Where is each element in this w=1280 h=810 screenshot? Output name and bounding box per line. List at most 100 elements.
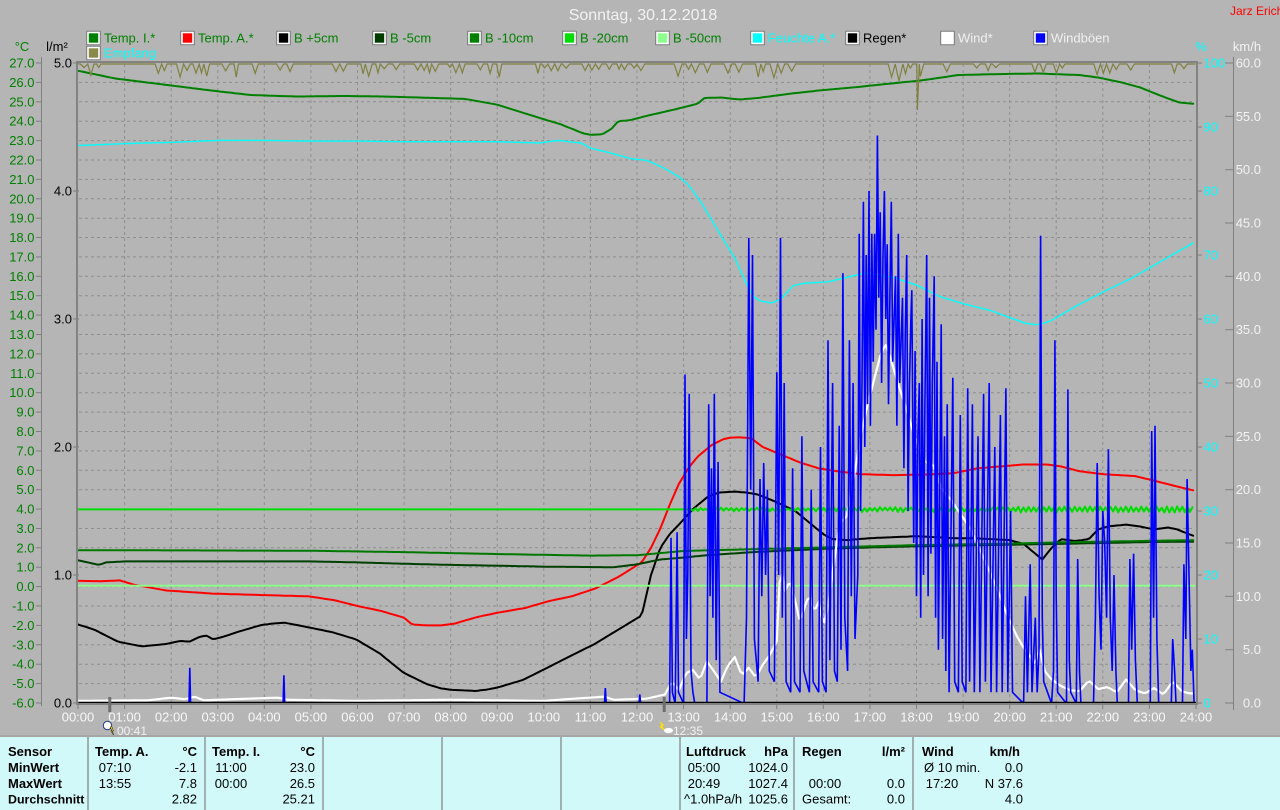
svg-text:07:10: 07:10	[99, 760, 132, 775]
svg-text:20:49: 20:49	[688, 776, 721, 791]
svg-text:26.5: 26.5	[290, 776, 315, 791]
svg-text:B +5cm: B +5cm	[294, 31, 338, 46]
svg-text:07:00: 07:00	[388, 710, 421, 725]
svg-text:2.82: 2.82	[172, 792, 197, 807]
svg-text:-2.1: -2.1	[175, 760, 197, 775]
svg-text:Sonntag, 30.12.2018: Sonntag, 30.12.2018	[569, 7, 718, 24]
svg-text:17.0: 17.0	[9, 249, 34, 264]
svg-text:24.0: 24.0	[9, 114, 34, 129]
svg-text:MinWert: MinWert	[8, 760, 60, 775]
svg-text:20.0: 20.0	[1236, 482, 1261, 497]
svg-text:01:00: 01:00	[108, 710, 141, 725]
svg-text:0.0: 0.0	[1005, 760, 1023, 775]
svg-text:11:00: 11:00	[575, 710, 607, 725]
svg-text:23.0: 23.0	[290, 760, 315, 775]
svg-text:90: 90	[1204, 120, 1218, 135]
svg-text:4.0: 4.0	[1005, 792, 1023, 807]
svg-text:-4.0: -4.0	[12, 657, 34, 672]
svg-text:km/h: km/h	[990, 744, 1020, 759]
svg-text:-5.0: -5.0	[12, 676, 34, 691]
svg-text:70: 70	[1204, 248, 1218, 263]
svg-text:09:00: 09:00	[481, 710, 514, 725]
svg-text:Windböen: Windböen	[1051, 31, 1110, 46]
svg-text:14.0: 14.0	[9, 308, 34, 323]
svg-text:22.0: 22.0	[9, 153, 34, 168]
svg-text:40: 40	[1204, 440, 1218, 455]
svg-text:10:00: 10:00	[528, 710, 561, 725]
svg-text:55.0: 55.0	[1236, 109, 1261, 124]
svg-text:MaxWert: MaxWert	[8, 776, 63, 791]
svg-text:26.0: 26.0	[9, 75, 34, 90]
svg-text:00:00: 00:00	[809, 776, 842, 791]
svg-text:Temp. A.*: Temp. A.*	[198, 31, 254, 46]
svg-text:0.0: 0.0	[1243, 696, 1261, 711]
svg-text:Sensor: Sensor	[8, 744, 52, 759]
svg-text:°C: °C	[15, 39, 30, 54]
svg-text:18:00: 18:00	[900, 710, 933, 725]
svg-text:27.0: 27.0	[9, 56, 34, 71]
svg-text:N 37.6: N 37.6	[985, 776, 1023, 791]
svg-text:60: 60	[1204, 312, 1218, 327]
svg-text:Jarz Erich: Jarz Erich	[1230, 4, 1280, 18]
svg-text:25.0: 25.0	[1236, 429, 1261, 444]
svg-text:00:00: 00:00	[215, 776, 248, 791]
svg-text:25.0: 25.0	[9, 94, 34, 109]
svg-text:5.0: 5.0	[1243, 642, 1261, 657]
svg-text:Regen: Regen	[802, 744, 842, 759]
svg-text:%: %	[1195, 39, 1207, 54]
svg-text:18.0: 18.0	[9, 230, 34, 245]
svg-text:21.0: 21.0	[9, 172, 34, 187]
svg-text:-2.0: -2.0	[12, 618, 34, 633]
svg-text:°C: °C	[300, 744, 315, 759]
svg-text:17:20: 17:20	[926, 776, 959, 791]
svg-text:10.0: 10.0	[9, 385, 34, 400]
svg-text:45.0: 45.0	[1236, 216, 1261, 231]
svg-text:15.0: 15.0	[1236, 536, 1261, 551]
svg-text:1.0: 1.0	[16, 560, 34, 575]
svg-text:B -10cm: B -10cm	[485, 31, 533, 46]
svg-text:Ø 10 min.: Ø 10 min.	[924, 760, 980, 775]
svg-text:00:00: 00:00	[62, 710, 95, 725]
svg-text:16.0: 16.0	[9, 269, 34, 284]
svg-text:^1.0hPa/h: ^1.0hPa/h	[684, 792, 742, 807]
svg-text:7.8: 7.8	[179, 776, 197, 791]
svg-text:0.0: 0.0	[887, 792, 905, 807]
svg-text:l/m²: l/m²	[46, 39, 68, 54]
svg-text:16:00: 16:00	[807, 710, 840, 725]
svg-text:Wind*: Wind*	[958, 31, 993, 46]
svg-text:Wind: Wind	[922, 744, 954, 759]
svg-text:1025.6: 1025.6	[748, 792, 788, 807]
svg-text:9.0: 9.0	[16, 405, 34, 420]
svg-text:19.0: 19.0	[9, 211, 34, 226]
svg-text:4.0: 4.0	[16, 502, 34, 517]
svg-text:17:00: 17:00	[854, 710, 887, 725]
svg-text:7.0: 7.0	[16, 443, 34, 458]
svg-text:05:00: 05:00	[295, 710, 328, 725]
svg-text:08:00: 08:00	[434, 710, 467, 725]
svg-text:100: 100	[1204, 56, 1226, 71]
svg-text:5.0: 5.0	[54, 56, 72, 71]
svg-text:40.0: 40.0	[1236, 269, 1261, 284]
svg-text:05:00: 05:00	[688, 760, 721, 775]
svg-text:B -5cm: B -5cm	[390, 31, 431, 46]
svg-text:11:00: 11:00	[215, 760, 247, 775]
svg-text:23.0: 23.0	[9, 133, 34, 148]
svg-text:Feuchte A.*: Feuchte A.*	[768, 31, 835, 46]
svg-text:Luftdruck: Luftdruck	[686, 744, 747, 759]
svg-text:14:00: 14:00	[714, 710, 747, 725]
svg-text:Regen*: Regen*	[863, 31, 906, 46]
svg-text:20:00: 20:00	[993, 710, 1026, 725]
svg-text:11.0: 11.0	[10, 366, 34, 381]
svg-text:20: 20	[1204, 568, 1218, 583]
svg-text:km/h: km/h	[1233, 39, 1261, 54]
svg-text:2.0: 2.0	[54, 440, 72, 455]
svg-text:Gesamt:: Gesamt:	[802, 792, 851, 807]
svg-text:B -20cm: B -20cm	[580, 31, 628, 46]
svg-text:12:35: 12:35	[673, 724, 703, 738]
svg-text:03:00: 03:00	[202, 710, 235, 725]
svg-text:30: 30	[1204, 504, 1218, 519]
svg-text:30.0: 30.0	[1236, 376, 1261, 391]
svg-text:10: 10	[1204, 632, 1218, 647]
svg-text:15.0: 15.0	[9, 288, 34, 303]
svg-text:0.0: 0.0	[887, 776, 905, 791]
